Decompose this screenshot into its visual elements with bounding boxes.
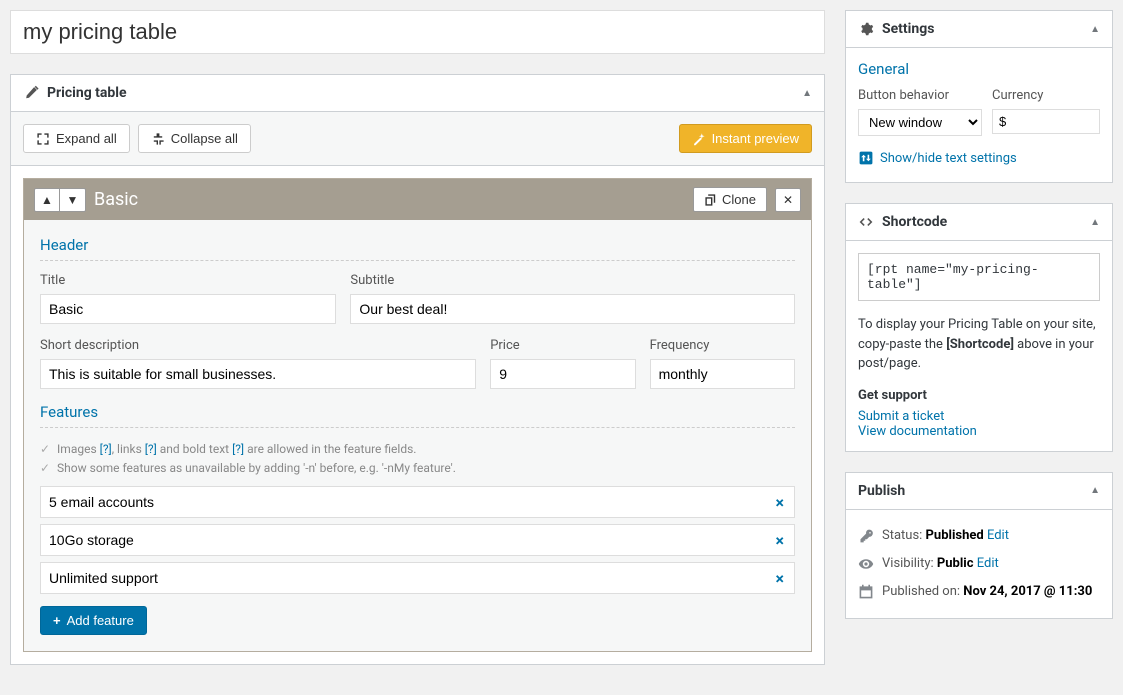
edit-icon — [23, 85, 39, 101]
links-help-link[interactable]: [?] — [145, 442, 157, 456]
code-icon — [858, 214, 874, 230]
clone-icon — [704, 193, 718, 207]
add-feature-button[interactable]: + Add feature — [40, 606, 147, 635]
visibility-value: Public — [937, 556, 974, 571]
feature-remove-button[interactable]: × — [766, 569, 795, 588]
submit-ticket-link[interactable]: Submit a ticket — [858, 409, 944, 424]
shortcode-title: Shortcode — [882, 214, 947, 230]
instant-preview-button[interactable]: Instant preview — [679, 124, 812, 153]
get-support-heading: Get support — [858, 388, 1100, 403]
show-hide-text-settings-link[interactable]: Show/hide text settings — [858, 150, 1017, 166]
short-desc-label: Short description — [40, 338, 476, 353]
shortcode-metabox: Shortcode ▲ [rpt name="my-pricing-table"… — [845, 203, 1113, 452]
header-section-title: Header — [40, 236, 795, 254]
expand-all-label: Expand all — [56, 131, 117, 146]
instant-preview-label: Instant preview — [712, 131, 799, 146]
feature-item: × — [40, 486, 795, 518]
currency-label: Currency — [992, 88, 1100, 103]
expand-all-button[interactable]: Expand all — [23, 124, 130, 153]
short-desc-input[interactable] — [40, 359, 476, 389]
general-section-title: General — [858, 60, 1100, 78]
move-up-button[interactable]: ▲ — [34, 188, 60, 212]
calendar-icon — [858, 584, 874, 600]
feature-input[interactable] — [41, 487, 766, 517]
published-on-value: Nov 24, 2017 @ 11:30 — [963, 584, 1092, 599]
published-on-row: Published on: Nov 24, 2017 @ 11:30 — [858, 578, 1100, 606]
post-title-input[interactable] — [10, 10, 825, 54]
plan-title-input[interactable] — [40, 294, 336, 324]
status-value: Published — [926, 528, 984, 543]
separator — [40, 427, 795, 428]
publish-title: Publish — [858, 483, 905, 499]
plan-subtitle-input[interactable] — [350, 294, 795, 324]
collapse-all-label: Collapse all — [171, 131, 238, 146]
button-behavior-select[interactable]: New window — [858, 109, 982, 136]
shortcode-desc: To display your Pricing Table on your si… — [858, 315, 1100, 374]
edit-status-link[interactable]: Edit — [987, 528, 1009, 543]
title-label: Title — [40, 273, 336, 288]
feature-hints: ✓ Images [?], links [?] and bold text [?… — [40, 440, 795, 478]
settings-title: Settings — [882, 21, 934, 37]
check-icon: ✓ — [40, 442, 50, 456]
frequency-input[interactable] — [650, 359, 795, 389]
edit-visibility-link[interactable]: Edit — [977, 556, 999, 571]
price-label: Price — [490, 338, 635, 353]
metabox-title-text: Pricing table — [47, 85, 127, 101]
show-hide-label: Show/hide text settings — [880, 151, 1017, 166]
collapse-icon — [151, 132, 165, 146]
clone-label: Clone — [722, 192, 756, 207]
bold-help-link[interactable]: [?] — [232, 442, 244, 456]
expand-icon — [36, 132, 50, 146]
collapse-all-button[interactable]: Collapse all — [138, 124, 251, 153]
shortcode-code[interactable]: [rpt name="my-pricing-table"] — [858, 253, 1100, 301]
sidebar: Settings ▲ General Button behavior New w… — [845, 10, 1113, 685]
magic-icon — [692, 132, 706, 146]
images-help-link[interactable]: [?] — [100, 442, 112, 456]
plan-name: Basic — [94, 189, 685, 210]
clone-button[interactable]: Clone — [693, 187, 767, 212]
visibility-row: Visibility: Public Edit — [858, 550, 1100, 578]
metabox-title: Pricing table — [23, 85, 127, 101]
plan-body: Header Title Subtitle — [24, 220, 811, 651]
pricing-table-metabox: Pricing table ▲ Expand all Collapse all … — [10, 74, 825, 665]
main-column: Pricing table ▲ Expand all Collapse all … — [10, 10, 825, 685]
status-row: Status: Published Edit — [858, 522, 1100, 550]
metabox-header: Pricing table ▲ — [11, 75, 824, 112]
button-behavior-label: Button behavior — [858, 88, 982, 103]
swap-icon — [858, 150, 874, 166]
plan-header: ▲ ▼ Basic Clone ✕ — [24, 179, 811, 220]
move-down-button[interactable]: ▼ — [60, 188, 86, 212]
feature-item: × — [40, 562, 795, 594]
feature-remove-button[interactable]: × — [766, 493, 795, 512]
currency-input[interactable] — [992, 109, 1100, 134]
settings-collapse-toggle[interactable]: ▲ — [1090, 24, 1100, 35]
eye-icon — [858, 556, 874, 572]
features-section-title: Features — [40, 403, 795, 421]
feature-remove-button[interactable]: × — [766, 531, 795, 550]
feature-input[interactable] — [41, 563, 766, 593]
key-icon — [858, 528, 874, 544]
settings-metabox: Settings ▲ General Button behavior New w… — [845, 10, 1113, 183]
publish-metabox: Publish ▲ Status: Published Edit Visibil… — [845, 472, 1113, 619]
price-input[interactable] — [490, 359, 635, 389]
shortcode-collapse-toggle[interactable]: ▲ — [1090, 217, 1100, 228]
check-icon: ✓ — [40, 461, 50, 475]
frequency-label: Frequency — [650, 338, 795, 353]
publish-collapse-toggle[interactable]: ▲ — [1090, 485, 1100, 496]
view-docs-link[interactable]: View documentation — [858, 424, 977, 439]
subtitle-label: Subtitle — [350, 273, 795, 288]
gear-icon — [858, 21, 874, 37]
feature-item: × — [40, 524, 795, 556]
toolbar: Expand all Collapse all Instant preview — [11, 112, 824, 166]
feature-input[interactable] — [41, 525, 766, 555]
remove-plan-button[interactable]: ✕ — [775, 188, 801, 212]
plan-row: ▲ ▼ Basic Clone ✕ Header Title — [23, 178, 812, 652]
metabox-collapse-toggle[interactable]: ▲ — [802, 88, 812, 99]
separator — [40, 260, 795, 261]
